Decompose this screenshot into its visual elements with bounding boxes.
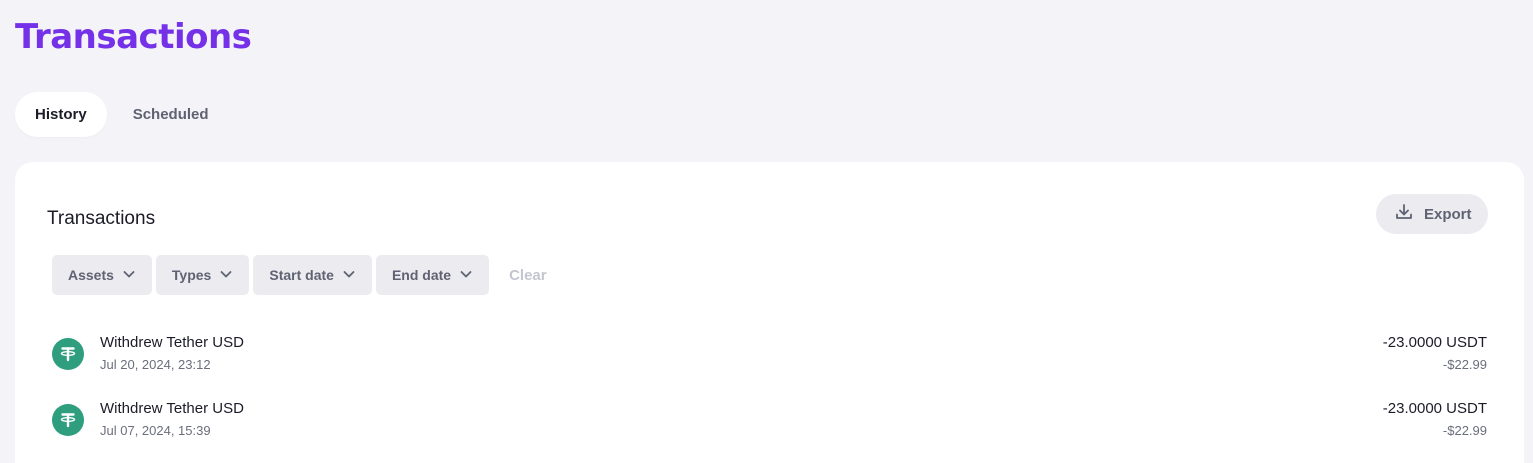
- transaction-date: Jul 20, 2024, 23:12: [100, 357, 211, 372]
- chevron-down-icon: [122, 267, 136, 284]
- transaction-amount: -23.0000 USDT: [1382, 334, 1487, 351]
- transaction-amount: -23.0000 USDT: [1382, 400, 1487, 417]
- tab-history[interactable]: History: [15, 92, 107, 137]
- filter-label: Types: [171, 267, 212, 283]
- export-button[interactable]: Export: [1376, 194, 1488, 234]
- transaction-list: Withdrew Tether USD Jul 20, 2024, 23:12 …: [52, 332, 1487, 463]
- chevron-down-icon: [459, 267, 473, 284]
- page-title: Transactions: [15, 17, 252, 57]
- filter-assets[interactable]: Assets: [52, 255, 152, 295]
- transactions-card: Transactions Export Assets Types Start d…: [15, 162, 1524, 463]
- transaction-row[interactable]: Withdrew Tether USD Jul 07, 2024, 15:39 …: [52, 398, 1487, 463]
- transaction-title: Withdrew Tether USD: [100, 334, 244, 351]
- tether-icon: [52, 338, 84, 370]
- filter-label: End date: [391, 267, 452, 283]
- clear-filters-button[interactable]: Clear: [509, 267, 547, 284]
- transaction-fiat-amount: -$22.99: [1442, 423, 1487, 438]
- card-title: Transactions: [47, 208, 156, 229]
- chevron-down-icon: [219, 267, 233, 284]
- tab-bar: History Scheduled: [15, 92, 229, 137]
- filter-label: Start date: [269, 267, 334, 283]
- filter-start-date[interactable]: Start date: [253, 255, 372, 295]
- export-label: Export: [1424, 205, 1472, 223]
- transaction-title: Withdrew Tether USD: [100, 400, 244, 417]
- tab-scheduled[interactable]: Scheduled: [113, 92, 229, 137]
- filter-label: Assets: [68, 267, 114, 283]
- chevron-down-icon: [342, 267, 356, 284]
- download-icon: [1394, 202, 1414, 226]
- transaction-row[interactable]: Withdrew Tether USD Jul 20, 2024, 23:12 …: [52, 332, 1487, 398]
- filter-types[interactable]: Types: [155, 255, 250, 295]
- filter-end-date[interactable]: End date: [375, 255, 490, 295]
- tether-icon: [52, 404, 84, 436]
- transaction-date: Jul 07, 2024, 15:39: [100, 423, 211, 438]
- filter-bar: Assets Types Start date End date Clear: [52, 255, 547, 295]
- transaction-fiat-amount: -$22.99: [1442, 357, 1487, 372]
